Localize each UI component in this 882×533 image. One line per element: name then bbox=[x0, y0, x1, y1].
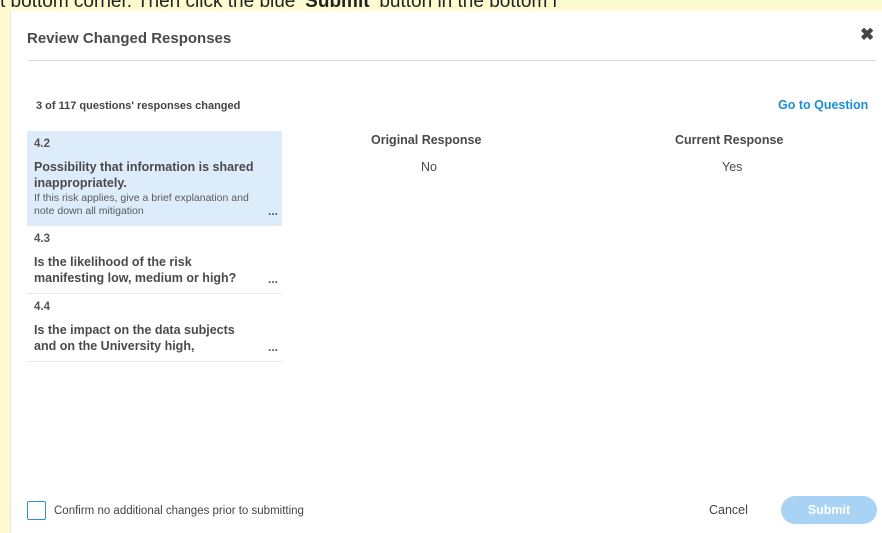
changed-count: 3 of 117 questions' responses changed bbox=[36, 100, 241, 112]
question-description: If this risk applies, give a brief expla… bbox=[34, 192, 249, 217]
question-item-4-4[interactable]: 4.4 Is the impact on the data subjects a… bbox=[27, 294, 282, 362]
question-list: 4.2 Possibility that information is shar… bbox=[27, 131, 282, 362]
confirm-row: Confirm no additional changes prior to s… bbox=[27, 501, 304, 520]
question-text: Is the impact on the data subjects and o… bbox=[34, 323, 235, 353]
go-to-question-link[interactable]: Go to Question bbox=[778, 98, 868, 112]
current-response-value: Yes bbox=[722, 160, 743, 174]
dialog-title: Review Changed Responses bbox=[27, 30, 232, 47]
question-number: 4.4 bbox=[34, 301, 50, 313]
question-number: 4.2 bbox=[34, 138, 50, 150]
current-response-header: Current Response bbox=[675, 133, 784, 147]
close-icon[interactable]: ✖ bbox=[860, 26, 874, 44]
original-response-value: No bbox=[421, 160, 437, 174]
more-ellipsis: ... bbox=[267, 272, 278, 286]
cancel-button[interactable]: Cancel bbox=[709, 503, 748, 517]
question-item-4-2[interactable]: 4.2 Possibility that information is shar… bbox=[27, 131, 282, 226]
review-changes-dialog: Review Changed Responses ✖ 3 of 117 ques… bbox=[10, 11, 882, 533]
title-divider bbox=[27, 60, 876, 61]
question-text: Possibility that information is shared i… bbox=[34, 160, 254, 190]
question-text: Is the likelihood of the risk manifestin… bbox=[34, 255, 237, 285]
submit-button[interactable]: Submit bbox=[781, 496, 877, 524]
more-ellipsis: ... bbox=[267, 204, 278, 218]
confirm-label: Confirm no additional changes prior to s… bbox=[54, 504, 304, 517]
more-ellipsis: ... bbox=[267, 340, 278, 354]
original-response-header: Original Response bbox=[371, 133, 482, 147]
question-item-4-3[interactable]: 4.3 Is the likelihood of the risk manife… bbox=[27, 226, 282, 294]
confirm-checkbox[interactable] bbox=[27, 501, 46, 520]
question-number: 4.3 bbox=[34, 233, 50, 245]
